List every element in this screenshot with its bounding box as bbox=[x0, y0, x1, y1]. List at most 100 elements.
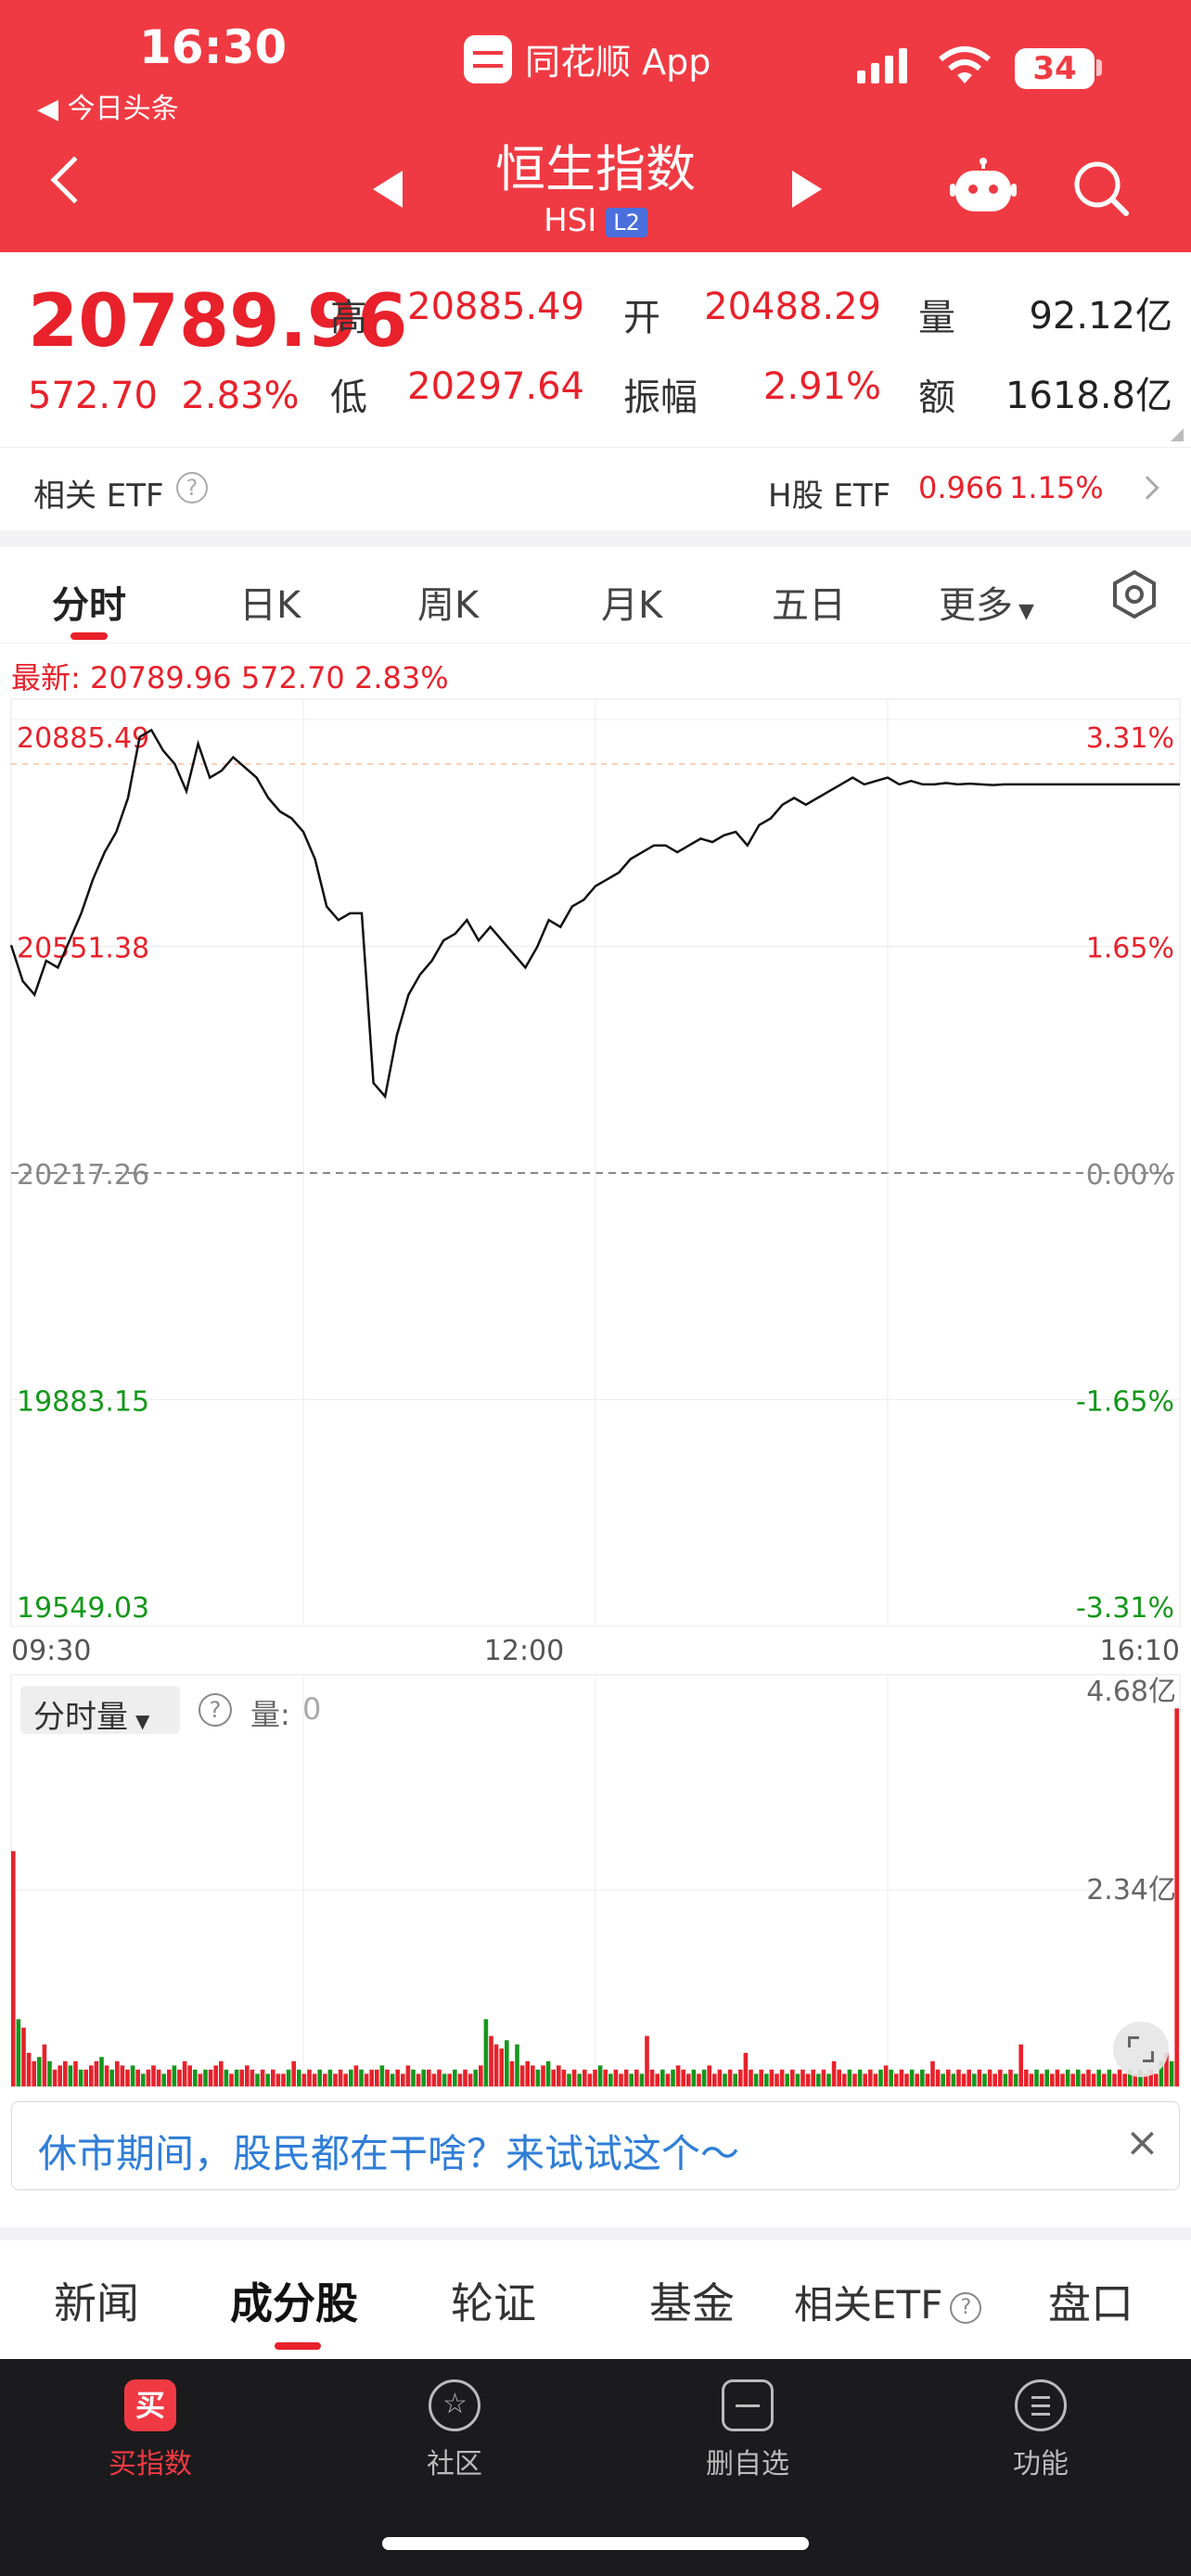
volume-bar bbox=[437, 2069, 442, 2086]
help-icon[interactable]: ? bbox=[198, 1693, 232, 1727]
tab-intraday[interactable]: 分时 bbox=[52, 575, 126, 629]
volume-bar bbox=[120, 2065, 125, 2086]
volume-bar bbox=[421, 2069, 426, 2086]
banner-text: 休市期间，股民都在干啥？来试试这个～ bbox=[38, 2131, 740, 2176]
volume-bar bbox=[837, 2069, 841, 2086]
y-label-left: 20551.38 bbox=[17, 933, 149, 965]
tab-related-etf-label: 相关ETF bbox=[794, 2282, 943, 2327]
volume-bar bbox=[1117, 2069, 1122, 2086]
volume-bar bbox=[479, 2065, 483, 2086]
volume-bar bbox=[535, 2069, 541, 2086]
volume-bar bbox=[453, 2069, 457, 2086]
volume-bar bbox=[353, 2065, 359, 2086]
volume-bar bbox=[307, 2069, 312, 2086]
volume-type-selector[interactable]: 分时量 ▼ bbox=[20, 1686, 180, 1736]
fullscreen-icon[interactable] bbox=[1113, 2021, 1169, 2077]
volume-bar bbox=[613, 2069, 619, 2086]
app-name: 同花顺 App bbox=[525, 42, 711, 83]
volume-bar bbox=[681, 2069, 685, 2086]
tab-monthly-k[interactable]: 月K bbox=[601, 575, 662, 629]
volume-bar bbox=[733, 2073, 737, 2086]
volume-bar bbox=[427, 2069, 431, 2086]
promo-banner[interactable]: 休市期间，股民都在干啥？来试试这个～ × bbox=[11, 2101, 1180, 2190]
volume-bar bbox=[920, 2069, 925, 2086]
related-etf-label: 相关 ETF bbox=[33, 478, 164, 515]
nav-buy-index[interactable]: 买 买指数 bbox=[58, 2379, 243, 2481]
nav-functions[interactable]: 功能 bbox=[948, 2379, 1133, 2481]
volume-bar bbox=[509, 2060, 515, 2086]
related-etf-bar[interactable]: 相关 ETF ? H股 ETF 0.966 1.15% bbox=[0, 447, 1191, 530]
latest-quote-line: 最新: 20789.96 572.70 2.83% bbox=[11, 660, 449, 695]
volume-bar bbox=[665, 2073, 671, 2086]
close-icon[interactable]: × bbox=[1125, 2119, 1159, 2166]
search-icon[interactable] bbox=[1072, 159, 1130, 217]
volume-bar bbox=[567, 2073, 571, 2086]
buy-icon: 买 bbox=[124, 2379, 176, 2431]
price-grid bbox=[10, 698, 1181, 1627]
volume-bar bbox=[78, 2069, 83, 2086]
tab-related-etf[interactable]: 相关ETF? bbox=[794, 2274, 982, 2330]
settings-hex-icon[interactable] bbox=[1109, 569, 1159, 619]
chevron-right-icon bbox=[1135, 476, 1159, 500]
volume-bar bbox=[821, 2069, 826, 2086]
expand-corner-icon[interactable] bbox=[1171, 428, 1184, 441]
tab-order-book[interactable]: 盘口 bbox=[1048, 2270, 1133, 2331]
y-label-right: 0.00% bbox=[1086, 1159, 1174, 1192]
volume-label: 量 bbox=[918, 297, 955, 339]
tab-weekly-k[interactable]: 周K bbox=[417, 575, 479, 629]
volume-bar bbox=[977, 2069, 982, 2086]
tab-funds[interactable]: 基金 bbox=[649, 2270, 735, 2331]
volume-bar bbox=[135, 2069, 140, 2086]
volume-bar bbox=[655, 2073, 660, 2086]
volume-bar bbox=[457, 2073, 463, 2086]
volume-bar bbox=[161, 2073, 166, 2086]
wifi-icon bbox=[939, 46, 991, 83]
level-badge: L2 bbox=[606, 207, 647, 237]
tab-warrants[interactable]: 轮证 bbox=[451, 2270, 536, 2331]
volume-bar bbox=[1091, 2073, 1096, 2086]
dropdown-triangle-icon: ▼ bbox=[135, 1710, 150, 1732]
volume-bar bbox=[32, 2060, 36, 2086]
volume-bar bbox=[769, 2069, 775, 2086]
y-label-left: 20217.26 bbox=[17, 1159, 149, 1192]
tab-five-day[interactable]: 五日 bbox=[772, 575, 846, 629]
volume-bar bbox=[349, 2069, 353, 2086]
intraday-chart[interactable]: 20885.49 20551.38 20217.26 19883.15 19549.03… bbox=[0, 694, 1191, 2112]
volume-value: 92.12亿 bbox=[1029, 295, 1172, 338]
volume-bar bbox=[229, 2073, 234, 2086]
volume-bar bbox=[587, 2073, 593, 2086]
separator bbox=[0, 530, 1191, 547]
tab-more[interactable]: 更多 ▼ bbox=[939, 575, 1034, 629]
volume-bar bbox=[260, 2069, 265, 2086]
volume-bar bbox=[255, 2073, 260, 2086]
volume-bar bbox=[738, 2069, 743, 2086]
x-tick-label: 12:00 bbox=[484, 1635, 564, 1667]
chart-tabs: 分时 日K 周K 月K 五日 更多 ▼ bbox=[0, 551, 1191, 644]
volume-bar bbox=[239, 2069, 244, 2086]
help-icon[interactable]: ? bbox=[176, 472, 208, 504]
nav-remove-watchlist[interactable]: 删自选 bbox=[655, 2379, 840, 2481]
robot-assistant-icon[interactable] bbox=[950, 158, 1017, 217]
amount-label: 额 bbox=[918, 376, 955, 419]
volume-bar bbox=[987, 2069, 992, 2086]
volume-bar bbox=[312, 2073, 317, 2086]
tab-news[interactable]: 新闻 bbox=[54, 2270, 139, 2331]
volume-bar bbox=[1086, 2069, 1091, 2086]
h-etf-label: H股 ETF bbox=[768, 478, 891, 515]
volume-bar bbox=[385, 2069, 390, 2086]
volume-bar bbox=[68, 2065, 73, 2086]
volume-bar bbox=[1102, 2073, 1107, 2086]
nav-community[interactable]: ☆ 社区 bbox=[362, 2379, 547, 2481]
volume-bar bbox=[727, 2069, 733, 2086]
volume-bar bbox=[42, 2044, 47, 2086]
volume-bar bbox=[224, 2069, 229, 2086]
tab-constituents[interactable]: 成分股 bbox=[230, 2270, 358, 2331]
volume-bar bbox=[405, 2065, 411, 2086]
volume-bar bbox=[1013, 2073, 1018, 2086]
volume-bar bbox=[660, 2069, 665, 2086]
back-to-app-link[interactable]: ◀ 今日头条 bbox=[37, 85, 179, 126]
volume-bar bbox=[99, 2057, 104, 2086]
volume-bar bbox=[499, 2048, 504, 2086]
high-label: 高 bbox=[330, 297, 367, 339]
tab-daily-k[interactable]: 日K bbox=[239, 575, 301, 629]
